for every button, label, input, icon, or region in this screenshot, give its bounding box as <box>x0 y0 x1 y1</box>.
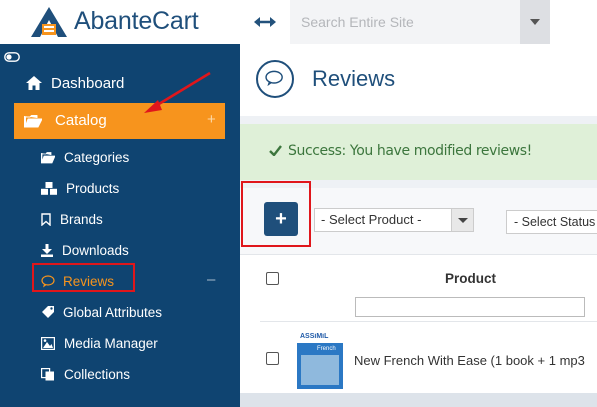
sidebar-toggle-button[interactable] <box>240 0 290 44</box>
cubes-icon <box>41 182 57 195</box>
product-thumbnail: ASSiMiL French <box>297 333 343 389</box>
highlight-add-button <box>241 181 311 247</box>
sidebar-item-downloads[interactable]: Downloads <box>0 238 240 264</box>
status-filter-value: - Select Status - <box>514 215 597 229</box>
table-header: Product <box>240 255 597 321</box>
sidebar-item-label: Collections <box>64 367 131 382</box>
status-filter-select[interactable]: - Select Status - <box>506 210 597 234</box>
download-icon <box>41 244 53 257</box>
search-box <box>290 0 520 44</box>
sidebar-item-label: Media Manager <box>64 336 158 351</box>
top-bar: AbanteCart <box>0 0 597 44</box>
caret-down-icon <box>458 218 468 223</box>
sidebar-item-label: Global Attributes <box>63 305 163 320</box>
table-row[interactable] <box>240 393 597 407</box>
sidebar-collapse-icon[interactable] <box>4 52 20 62</box>
thumb-language: French <box>317 346 336 352</box>
logo[interactable]: AbanteCart <box>0 0 240 44</box>
folder-open-icon <box>24 115 42 128</box>
tags-icon <box>42 306 54 318</box>
sidebar-item-categories[interactable]: Categories <box>0 145 240 171</box>
product-filter-select[interactable]: - Select Product - <box>314 208 474 232</box>
sidebar-item-global-attributes[interactable]: Global Attributes <box>0 300 240 326</box>
row-checkbox[interactable] <box>266 352 279 365</box>
row-product-name[interactable]: New French With Ease (1 book + 1 mp3 <box>354 353 585 368</box>
annotation-arrow-icon <box>144 71 211 113</box>
caret-down-icon <box>530 19 540 25</box>
search-input[interactable] <box>290 0 520 44</box>
select-all-checkbox[interactable] <box>266 272 279 285</box>
sidebar-item-label: Products <box>66 181 120 196</box>
select-arrow <box>451 209 473 231</box>
search-dropdown-button[interactable] <box>520 0 550 44</box>
page-header: Reviews <box>240 44 597 116</box>
check-icon <box>269 145 282 156</box>
column-header-product[interactable]: Product <box>445 271 496 286</box>
image-icon <box>41 337 55 350</box>
sidebar-item-label: Brands <box>60 212 103 227</box>
bookmark-icon <box>41 213 51 226</box>
sidebar-item-label: Downloads <box>62 243 129 258</box>
sidebar-item-brands[interactable]: Brands <box>0 207 240 233</box>
alert-message: Success: You have modified reviews! <box>288 143 532 159</box>
sidebar-item-label: Catalog <box>55 112 107 129</box>
arrows-horizontal-icon <box>254 17 276 27</box>
collapse-icon[interactable]: – <box>207 271 215 288</box>
highlight-reviews <box>32 263 135 292</box>
success-alert: Success: You have modified reviews! <box>240 124 597 180</box>
product-column-filter-input[interactable] <box>355 297 585 317</box>
copy-icon <box>41 368 54 381</box>
thumb-brand: ASSiMiL <box>300 333 329 340</box>
table-row[interactable]: ASSiMiL French New French With Ease (1 b… <box>260 321 597 393</box>
abantecart-logo-icon <box>31 7 67 37</box>
brand-name: AbanteCart <box>74 7 199 35</box>
product-filter-value: - Select Product - <box>321 212 422 227</box>
sidebar-item-label: Categories <box>64 150 130 165</box>
sidebar-item-products[interactable]: Products <box>0 176 240 202</box>
sidebar-item-label: Dashboard <box>51 75 125 92</box>
divider <box>240 116 597 124</box>
comment-icon <box>256 60 294 98</box>
page-title: Reviews <box>312 66 396 91</box>
folder-open-icon <box>41 152 55 164</box>
sidebar-item-media-manager[interactable]: Media Manager <box>0 331 240 357</box>
sidebar-item-collections[interactable]: Collections <box>0 362 240 388</box>
home-icon <box>26 76 42 90</box>
